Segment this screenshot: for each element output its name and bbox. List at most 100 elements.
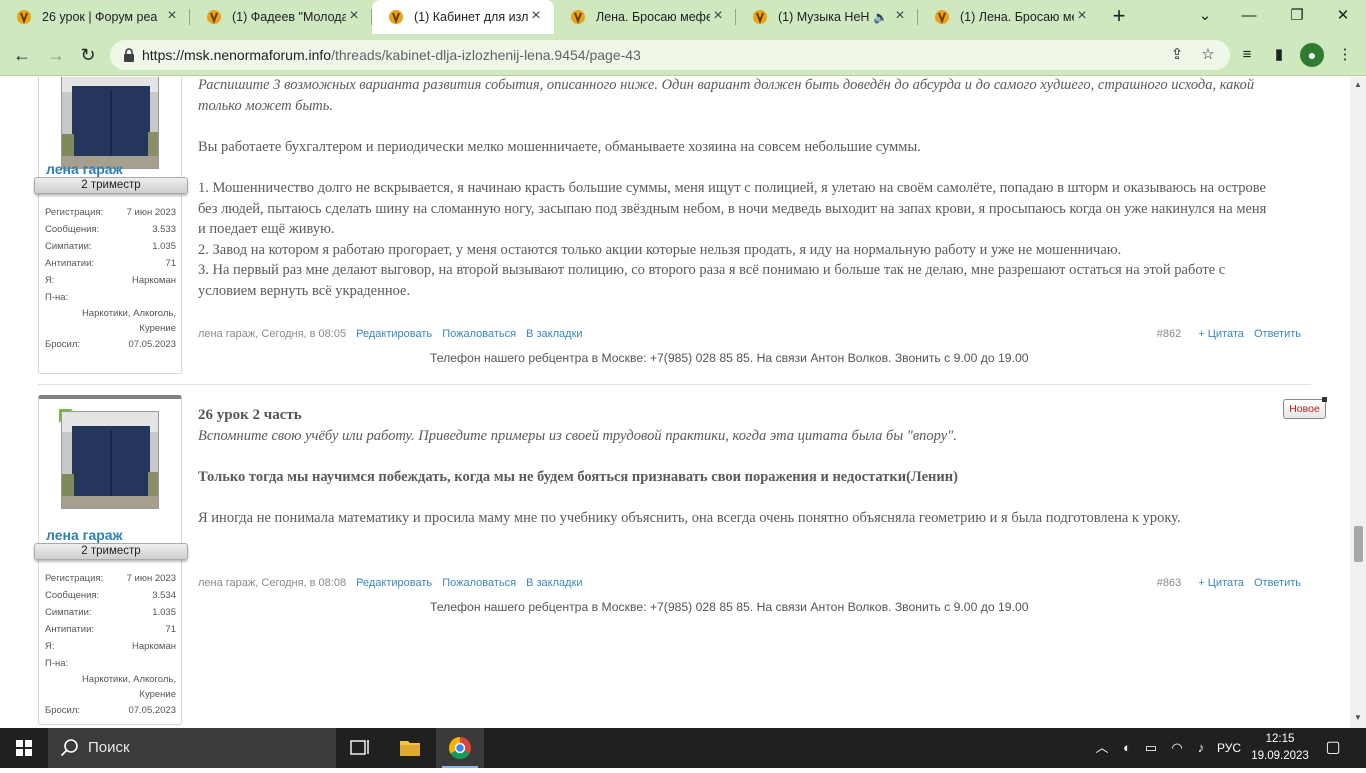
tray-overflow-chevron-icon[interactable]: ︿ [1092,728,1112,768]
task-prompt: Вспомните свою учёбу или работу. Приведи… [198,427,957,444]
close-icon[interactable]: × [346,8,362,25]
page-scrollbar[interactable]: ▲ ▼ [1350,77,1366,728]
address-bar[interactable]: https://msk.nenormaforum.info/threads/ka… [110,40,1230,70]
windows-logo-icon [16,740,32,756]
tab-1[interactable]: 26 урок | Форум реа × [0,0,190,34]
bookmark-link[interactable]: В закладки [526,577,582,589]
url-text[interactable]: https://msk.nenormaforum.info/threads/ka… [142,47,641,63]
side-panel-icon[interactable]: ▮ [1268,44,1290,66]
quote-link[interactable]: + Цитата [1198,577,1244,589]
post-author-time[interactable]: лена гараж, Сегодня, в 08:05 [198,328,346,340]
report-link[interactable]: Пожаловаться [442,328,516,340]
forum-favicon-icon [753,10,767,24]
answer-text: Я иногда не понимала математику и просил… [198,509,1181,526]
webcam-icon[interactable]: ◐ [1116,728,1138,768]
avatar[interactable] [61,411,159,509]
close-icon[interactable]: × [1074,8,1090,25]
browser-toolbar: ← → ↻ https://msk.nenormaforum.info/thre… [0,34,1366,76]
edit-link[interactable]: Редактировать [356,577,432,589]
forum-favicon-icon [17,10,31,24]
tab-title: (1) Лена. Бросаю ме [960,10,1074,24]
username-link[interactable]: лена гараж [46,527,123,543]
notifications-icon[interactable]: ▢ [1318,728,1348,768]
reply-link[interactable]: Ответить [1254,577,1301,589]
username-link[interactable]: лена гараж [46,161,123,177]
search-label: Поиск [88,739,130,756]
close-icon[interactable]: × [528,8,544,25]
new-post-badge: Новое [1283,397,1327,419]
window-close-button[interactable]: ✕ [1328,3,1358,29]
quote-link[interactable]: + Цитата [1198,328,1244,340]
post-title: 26 урок 2 часть [198,407,302,423]
url-path: /threads/kabinet-dlja-izlozhenij-lena.94… [331,47,641,63]
user-info-panel: лена гараж 2 триместр Регистрация: 7 июн … [34,395,188,725]
forward-button[interactable]: → [42,41,70,69]
restore-button[interactable]: ❐ [1282,3,1312,29]
forum-favicon-icon [935,10,949,24]
tab-2[interactable]: (1) Фадеев "Молодая × [190,0,372,34]
post-number-link[interactable]: #862 [1157,328,1181,340]
answer-item-2: 2. Завод на котором я работаю прогорает,… [198,241,1122,258]
system-clock[interactable]: 12:15 19.09.2023 [1248,731,1312,765]
signature-text: Телефон нашего ребцентра в Москве: +7(98… [430,351,1029,365]
task-view-button[interactable] [336,728,384,768]
chrome-button[interactable] [436,728,484,768]
tab-title: Лена. Бросаю мефед [596,10,710,24]
back-button[interactable]: ← [8,41,36,69]
close-icon[interactable]: × [710,8,726,25]
tab-6[interactable]: (1) Лена. Бросаю ме × [918,0,1100,34]
battery-icon[interactable]: ▭ [1140,728,1162,768]
scroll-up-arrow-icon[interactable]: ▲ [1354,80,1362,89]
wifi-icon[interactable]: ◠ [1166,728,1188,768]
media-control-icon[interactable]: ≡ [1236,44,1258,66]
report-link[interactable]: Пожаловаться [442,577,516,589]
forum-favicon-icon [389,10,403,24]
post-message: 26 урок 2 часть Вспомните свою учёбу или… [198,405,1273,529]
bookmark-star-icon[interactable]: ☆ [1197,44,1219,66]
scroll-down-arrow-icon[interactable]: ▼ [1354,713,1362,722]
post-message: Распишите 3 возможных варианта развития … [198,77,1273,302]
forum-post: лена гараж 2 триместр Регистрация: 7 июн … [34,395,1311,725]
close-icon[interactable]: × [892,8,908,25]
task-situation: Вы работаете бухгалтером и периодически … [198,138,921,155]
lock-icon[interactable] [122,47,136,63]
bookmark-link[interactable]: В закладки [526,328,582,340]
chrome-icon [449,737,471,759]
profile-avatar-icon[interactable]: ● [1300,43,1324,67]
reload-button[interactable]: ↻ [74,41,102,69]
volume-icon[interactable]: ♪ [1190,728,1212,768]
folder-icon [400,741,420,756]
tab-3-active[interactable]: (1) Кабинет для излс × [372,0,554,34]
forum-favicon-icon [207,10,221,24]
post-divider [38,384,1311,385]
task-intro: Распишите 3 возможных варианта развития … [198,77,1255,114]
new-tab-button[interactable]: + [1107,5,1131,29]
start-button[interactable] [0,728,48,768]
post-number-link[interactable]: #863 [1157,577,1181,589]
forum-post: лена гараж 2 триместр Регистрация: 7 июн … [34,77,1311,377]
answer-item-3: 3. На первый раз мне делают выговор, на … [198,262,1226,299]
tab-search-chevron-icon[interactable]: ⌄ [1190,3,1220,29]
language-indicator[interactable]: РУС [1214,728,1244,768]
task-view-icon [350,740,369,755]
tab-5[interactable]: (1) Музыка НеНо 🔈 × [736,0,918,34]
tab-title: (1) Фадеев "Молодая [232,10,346,24]
edit-link[interactable]: Редактировать [356,328,432,340]
user-info-panel: лена гараж 2 триместр Регистрация: 7 июн … [34,77,188,374]
tab-4[interactable]: Лена. Бросаю мефед × [554,0,736,34]
scrollbar-thumb[interactable] [1354,526,1363,562]
answer-item-1: 1. Мошенничество долго не вскрывается, я… [198,179,1267,238]
speaker-icon[interactable]: 🔈 [873,10,888,24]
file-explorer-button[interactable] [386,728,434,768]
reply-link[interactable]: Ответить [1254,328,1301,340]
forum-favicon-icon [571,10,585,24]
minimize-button[interactable]: — [1234,3,1264,29]
search-icon [60,739,78,757]
close-icon[interactable]: × [164,8,180,25]
share-icon[interactable]: ⇪ [1166,44,1188,66]
avatar[interactable] [61,77,159,169]
taskbar-search-box[interactable]: Поиск [48,728,336,768]
menu-kebab-icon[interactable]: ⋮ [1334,44,1356,66]
post-author-time[interactable]: лена гараж, Сегодня, в 08:08 [198,577,346,589]
user-stats: Регистрация: 7 июн 2023 Сообщения: 3.534 С… [45,573,176,716]
